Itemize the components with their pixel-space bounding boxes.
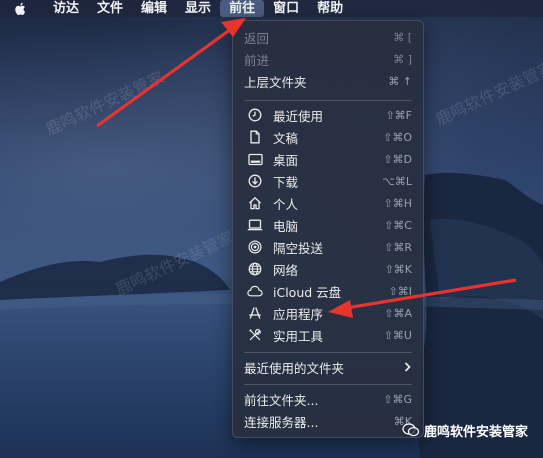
clock-icon [247,107,263,123]
menu-item-computer[interactable]: 电脑 ⇧⌘C [233,214,423,236]
shortcut-label: ⇧⌘F [385,108,412,122]
shortcut-label: ⇧⌘U [383,328,412,342]
menu-item-label: 网络 [273,262,299,278]
menu-item-label: 电脑 [273,218,299,234]
menu-view[interactable]: 显示 [176,0,220,17]
menu-separator [244,384,412,385]
shortcut-label: ⇧⌘O [383,130,412,144]
menu-item-utilities[interactable]: 实用工具 ⇧⌘U [233,324,423,346]
shortcut-label: ⇧⌘A [384,306,412,320]
menu-item-applications[interactable]: 应用程序 ⇧⌘A [233,302,423,324]
shortcut-label: ⇧⌘D [383,152,412,166]
shortcut-label: ⌘ ] [393,52,412,66]
wechat-icon [402,423,420,437]
menu-item-downloads[interactable]: 下载 ⌥⌘L [233,170,423,192]
watermark-text: 鹿鸣软件安装管家 [424,424,529,440]
menu-item-label: 应用程序 [273,306,324,322]
menu-item-go-to-folder[interactable]: 前往文件夹... ⇧⌘G [233,388,423,410]
apple-menu-icon[interactable] [12,0,28,17]
menu-item-desktop[interactable]: 桌面 ⇧⌘D [233,148,423,170]
menu-item-network[interactable]: 网络 ⇧⌘K [233,258,423,280]
menu-item-label: 最近使用 [273,108,324,124]
menu-item-label: 个人 [273,196,299,212]
shortcut-label: ⇧⌘G [383,392,412,406]
menu-item-icloud-drive[interactable]: iCloud 云盘 ⇧⌘I [233,280,423,302]
menu-item-recents[interactable]: 最近使用 ⇧⌘F [233,104,423,126]
menu-edit[interactable]: 编辑 [132,0,176,17]
menu-go[interactable]: 前往 [220,0,265,17]
watermark-badge: 鹿鸣软件安装管家 [402,418,528,442]
shortcut-label: ⇧⌘C [384,218,412,232]
home-icon [247,195,263,211]
desktop: 鹿鸣软件安装管家 鹿鸣软件安装管家 鹿鸣软件安装管家 访达 文件 编辑 显示 前… [0,0,543,458]
menu-finder[interactable]: 访达 [44,0,88,17]
go-menu: 返回 ⌘ [ 前进 ⌘ ] 上层文件夹 ⌘ ↑ 最近使用 ⇧⌘F 文稿 ⇧⌘O [232,20,424,438]
menu-item-label: 前往文件夹... [244,392,319,408]
menu-bar: 访达 文件 编辑 显示 前往 窗口 帮助 [0,0,543,17]
menu-item-label: 下载 [273,174,299,190]
shortcut-label: ⌘ [ [393,30,412,44]
menu-item-recent-folders[interactable]: 最近使用的文件夹 [233,356,423,378]
shortcut-label: ⇧⌘R [384,240,412,254]
menu-item-label: 桌面 [273,152,299,168]
menu-item-label: 前进 [244,52,270,68]
menu-window[interactable]: 窗口 [264,0,308,17]
shortcut-label: ⇧⌘I [388,284,412,298]
chevron-right-icon [404,362,411,372]
menu-item-label: 文稿 [273,130,299,146]
menu-item-forward[interactable]: 前进 ⌘ ] [233,48,423,70]
cloud-icon [247,283,263,299]
shortcut-label: ⇧⌘K [384,262,412,276]
menu-item-back[interactable]: 返回 ⌘ [ [233,26,423,48]
download-icon [247,173,263,189]
globe-icon [247,261,263,277]
shortcut-label: ⌥⌘L [382,174,412,188]
laptop-icon [247,217,263,233]
menu-file[interactable]: 文件 [88,0,132,17]
applications-icon [247,305,263,321]
menu-item-label: 连接服务器... [244,414,319,430]
menu-item-label: 实用工具 [273,328,324,344]
menu-item-label: 隔空投送 [273,240,324,256]
menu-item-label: 最近使用的文件夹 [244,360,345,376]
shortcut-label: ⌘ ↑ [388,74,412,88]
menu-item-label: 返回 [244,30,270,46]
menu-separator [244,352,412,353]
desktop-icon [247,151,263,167]
menu-help[interactable]: 帮助 [308,0,352,17]
menu-item-airdrop[interactable]: 隔空投送 ⇧⌘R [233,236,423,258]
menu-item-documents[interactable]: 文稿 ⇧⌘O [233,126,423,148]
menu-item-label: 上层文件夹 [244,74,307,90]
menu-item-label: iCloud 云盘 [273,284,342,300]
menu-separator [244,100,412,101]
document-icon [247,129,263,145]
menu-item-connect-to-server[interactable]: 连接服务器... ⌘K [233,410,423,432]
shortcut-label: ⇧⌘H [383,196,413,210]
utilities-icon [247,327,263,343]
menu-item-enclosing-folder[interactable]: 上层文件夹 ⌘ ↑ [233,70,423,92]
menu-item-home[interactable]: 个人 ⇧⌘H [233,192,423,214]
airdrop-icon [247,239,263,255]
